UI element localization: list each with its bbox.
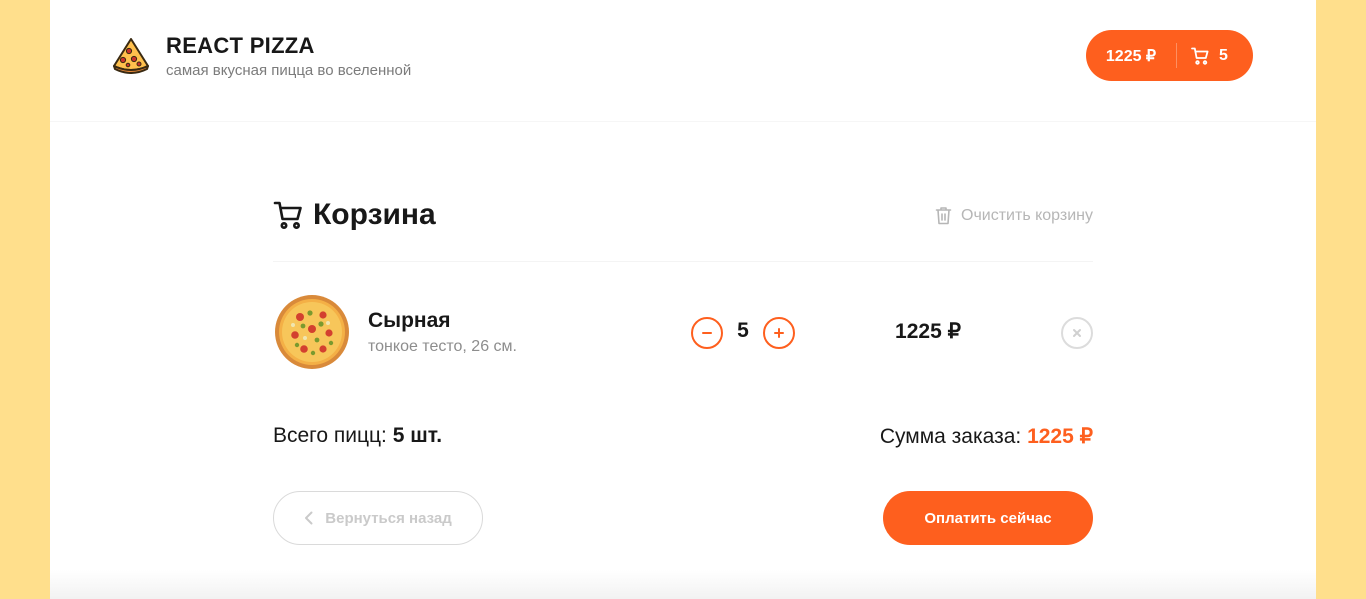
- back-button[interactable]: Вернуться назад: [273, 491, 483, 545]
- pizza-slice-icon[interactable]: [112, 36, 150, 74]
- pizza-image: [275, 295, 349, 369]
- cart-total-price: 1225 ₽: [1105, 47, 1157, 65]
- plus-icon: [774, 328, 784, 338]
- cart-title-row: Корзина Очистить корзину: [273, 180, 1093, 262]
- header: REACT PIZZA самая вкусная пицца во вселе…: [50, 0, 1316, 122]
- item-price: 1225 ₽: [895, 320, 961, 343]
- bottom-shade: [50, 570, 1316, 599]
- cart-count: 5: [1219, 46, 1228, 64]
- page-wrapper: REACT PIZZA самая вкусная пицца во вселе…: [50, 0, 1316, 599]
- total-sum-label: Сумма заказа:: [879, 425, 1022, 448]
- pay-button-label: Оплатить сейчас: [924, 509, 1052, 527]
- total-count-value: 5 шт.: [392, 424, 443, 447]
- header-cart-button[interactable]: 1225 ₽ 5: [1086, 30, 1253, 81]
- chevron-left-icon: [305, 511, 313, 525]
- cart-icon: [1191, 47, 1209, 65]
- clear-cart-button[interactable]: Очистить корзину: [935, 206, 1093, 225]
- close-icon: [1073, 329, 1081, 337]
- item-name: Сырная: [368, 309, 451, 332]
- pay-button[interactable]: Оплатить сейчас: [883, 491, 1093, 545]
- decrease-quantity-button[interactable]: [691, 317, 723, 349]
- total-sum-value: 1225 ₽: [1027, 425, 1093, 448]
- back-button-label: Вернуться назад: [325, 509, 452, 527]
- remove-item-button[interactable]: [1061, 317, 1093, 349]
- total-count-label: Всего пицц:: [273, 424, 387, 447]
- cart-count-wrap: 5: [1177, 47, 1228, 65]
- trash-icon: [935, 207, 952, 225]
- total-sum: Сумма заказа: 1225 ₽: [880, 424, 1093, 449]
- item-description: тонкое тесто, 26 см.: [368, 338, 517, 355]
- minus-icon: [702, 332, 712, 334]
- cart-totals: Всего пицц: 5 шт. Сумма заказа: 1225 ₽: [273, 424, 1093, 454]
- item-quantity: 5: [737, 319, 749, 342]
- page-title: Корзина: [313, 198, 436, 231]
- increase-quantity-button[interactable]: [763, 317, 795, 349]
- cart-icon: [273, 201, 302, 229]
- clear-cart-label: Очистить корзину: [961, 206, 1093, 224]
- total-count: Всего пицц: 5 шт.: [273, 424, 442, 448]
- cart-item: Сырная тонкое тесто, 26 см. 5 1225 ₽: [273, 293, 1093, 373]
- brand-title: REACT PIZZA: [166, 33, 315, 58]
- brand-subtitle: самая вкусная пицца во вселенной: [166, 62, 412, 79]
